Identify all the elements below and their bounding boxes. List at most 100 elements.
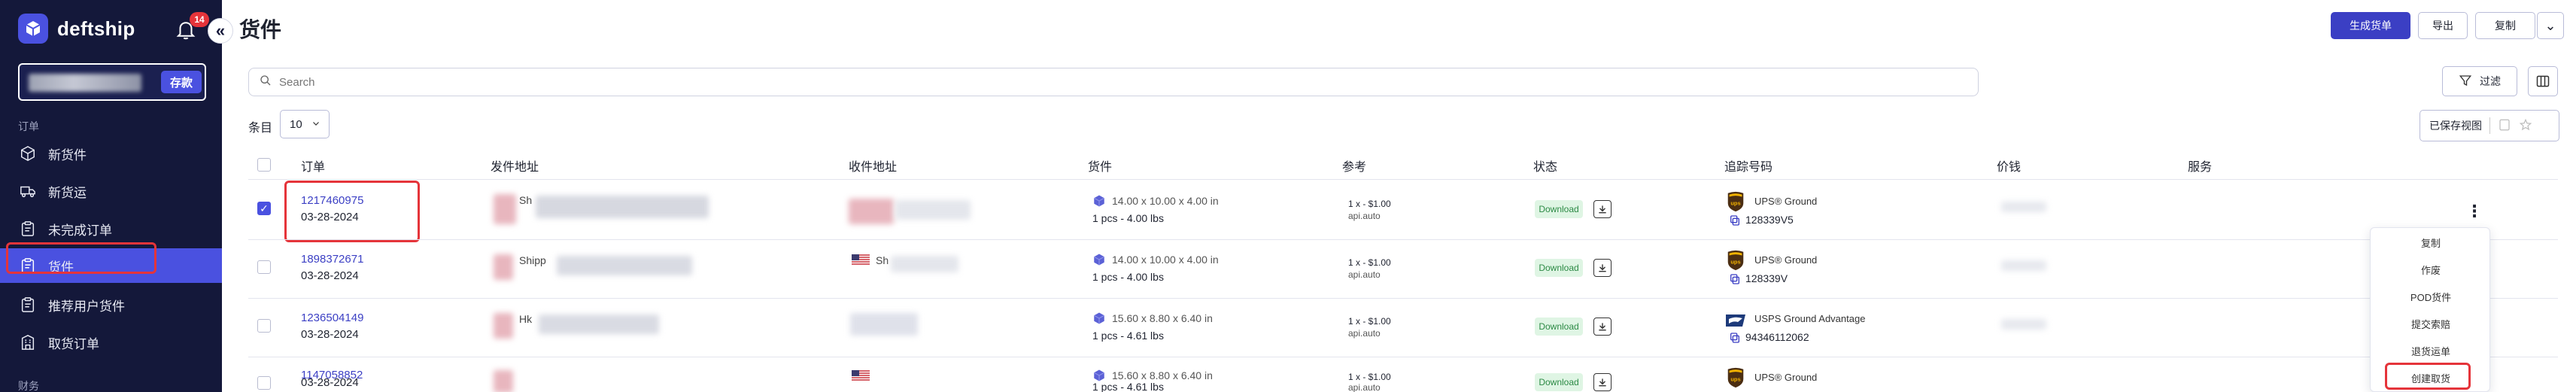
section-label-orders: 订单 (18, 120, 39, 132)
receiver-address-redacted (895, 200, 971, 220)
cube-icon (1093, 254, 1105, 266)
carrier-service-name: USPS Ground Advantage (1754, 313, 1866, 324)
per-page-value: 10 (290, 117, 302, 131)
receiver-address: Sh (876, 254, 889, 266)
order-id-link[interactable]: 1236504149 (301, 311, 363, 324)
per-page-select[interactable]: 10 (280, 110, 330, 138)
search-input[interactable] (279, 75, 1934, 89)
saved-views-control[interactable]: 已保存视图 (2420, 110, 2559, 141)
download-status-badge[interactable]: Download (1535, 373, 1583, 391)
column-header-sender[interactable]: 发件地址 (491, 156, 539, 175)
deftship-logo-icon (18, 14, 48, 44)
row-checkbox[interactable] (257, 319, 271, 333)
parcel-quantity-weight: 1 pcs - 4.61 lbs (1092, 381, 1164, 392)
tracking-number-link[interactable]: 128339V (1745, 272, 1788, 284)
row-checkbox[interactable]: ✓ (257, 202, 271, 215)
sidebar-item-referral-shipments[interactable]: 推荐用户货件 (0, 287, 222, 322)
usps-eagle-logo-icon (1726, 315, 1745, 327)
order-date: 03-28-2024 (301, 376, 359, 389)
divider (248, 239, 2558, 240)
download-icon[interactable] (1593, 259, 1612, 277)
menu-item-submit-claim[interactable]: 提交索赔 (2371, 317, 2491, 331)
filter-button[interactable]: 过滤 (2442, 66, 2517, 96)
sidebar-item-label: 新货件 (48, 147, 87, 163)
column-header-service[interactable]: 服务 (2188, 156, 2212, 175)
carrier-service-name: UPS® Ground (1754, 196, 1818, 207)
star-icon[interactable] (2519, 118, 2532, 134)
reference-line-1: 1 x - $1.00 (1348, 316, 1391, 327)
sender-address: Sh (519, 194, 533, 206)
parcel-dimensions: 14.00 x 10.00 x 4.00 in (1112, 254, 1219, 266)
column-header-parcels[interactable]: 货件 (1088, 156, 1112, 175)
receiver-address-redacted (850, 313, 918, 336)
sidebar: deftship 14 存款 订单 新货件 新货运 未完成订单 货件 推荐用户货… (0, 0, 222, 392)
select-all-checkbox[interactable] (257, 158, 271, 172)
create-manifest-button[interactable]: 生成货单 (2331, 12, 2410, 39)
sidebar-item-label: 未完成订单 (48, 223, 112, 238)
account-balance-box: 存款 (18, 63, 206, 101)
search-bar[interactable] (248, 68, 1979, 96)
column-header-status[interactable]: 状态 (1533, 156, 1557, 175)
column-header-receiver[interactable]: 收件地址 (849, 156, 897, 175)
carrier-service-name: UPS® Ground (1754, 254, 1818, 266)
price-redacted (2001, 260, 2046, 271)
menu-item-pod-shipment[interactable]: POD货件 (2371, 290, 2491, 304)
svg-text:ups: ups (1730, 376, 1740, 383)
tracking-number-link[interactable]: 94346112062 (1745, 331, 1809, 343)
filter-label: 过滤 (2480, 75, 2501, 87)
carrier-service-name: UPS® Ground (1754, 372, 1818, 383)
row-checkbox[interactable] (257, 376, 271, 390)
download-status-badge[interactable]: Download (1535, 318, 1583, 336)
download-icon[interactable] (1593, 318, 1612, 336)
copy-icon[interactable] (1729, 273, 1741, 285)
parcel-quantity-weight: 1 pcs - 4.00 lbs (1092, 271, 1164, 283)
sidebar-item-incomplete-orders[interactable]: 未完成订单 (0, 211, 222, 246)
order-date: 03-28-2024 (301, 328, 359, 341)
download-icon[interactable] (1593, 200, 1612, 218)
export-button[interactable]: 导出 (2418, 12, 2468, 39)
column-header-order[interactable]: 订单 (301, 156, 325, 175)
copy-button[interactable]: 复制 (2475, 12, 2535, 39)
columns-icon[interactable] (2528, 66, 2558, 96)
tracking-number-link[interactable]: 128339V5 (1745, 214, 1794, 226)
chevron-down-icon (311, 118, 320, 131)
ups-logo-icon: ups (1727, 191, 1744, 212)
sidebar-item-new-shipment[interactable]: 新货件 (0, 136, 222, 171)
parcel-dimensions: 15.60 x 8.80 x 6.40 in (1112, 312, 1213, 324)
reference-line-1: 1 x - $1.00 (1348, 199, 1391, 209)
menu-item-copy[interactable]: 复制 (2371, 236, 2491, 250)
collapse-sidebar-button[interactable]: « (208, 18, 233, 44)
copy-icon[interactable] (1729, 214, 1741, 226)
row-checkbox[interactable] (257, 260, 271, 274)
column-header-price[interactable]: 价钱 (1997, 156, 2021, 175)
reference-line-1: 1 x - $1.00 (1348, 257, 1391, 268)
menu-item-return-label[interactable]: 退货运单 (2371, 344, 2491, 358)
saved-views-label: 已保存视图 (2429, 120, 2482, 132)
ups-logo-icon: ups (1727, 250, 1744, 271)
receiver-address-redacted (891, 256, 958, 272)
deposit-button[interactable]: 存款 (161, 71, 202, 93)
menu-item-void[interactable]: 作废 (2371, 263, 2491, 277)
logo[interactable]: deftship (18, 14, 135, 44)
order-id-link[interactable]: 1898372671 (301, 253, 363, 266)
reference-line-2: api.auto (1348, 269, 1381, 280)
sender-address-redacted (536, 196, 709, 218)
sidebar-item-pickup-orders[interactable]: 取货订单 (0, 325, 222, 360)
per-page-label: 条目 (248, 122, 273, 135)
row-actions-kebab-icon[interactable]: ⋮ (2466, 202, 2483, 221)
download-icon[interactable] (1593, 373, 1612, 391)
sidebar-item-new-freight[interactable]: 新货运 (0, 174, 222, 208)
section-label-finance: 财务 (18, 380, 39, 392)
reference-line-2: api.auto (1348, 382, 1381, 392)
download-status-badge[interactable]: Download (1535, 259, 1583, 277)
download-status-badge[interactable]: Download (1535, 200, 1583, 218)
more-options-chevron-down-icon[interactable]: ⌄ (2537, 12, 2564, 39)
sender-address: Shipp (519, 254, 546, 266)
column-header-tracking[interactable]: 追踪号码 (1724, 156, 1773, 175)
bookmark-icon[interactable] (2498, 118, 2511, 134)
sender-address-redacted (539, 315, 659, 334)
column-header-reference[interactable]: 参考 (1342, 156, 1366, 175)
copy-icon[interactable] (1729, 332, 1741, 344)
cube-icon (20, 145, 36, 162)
parcel-quantity-weight: 1 pcs - 4.61 lbs (1092, 330, 1164, 342)
